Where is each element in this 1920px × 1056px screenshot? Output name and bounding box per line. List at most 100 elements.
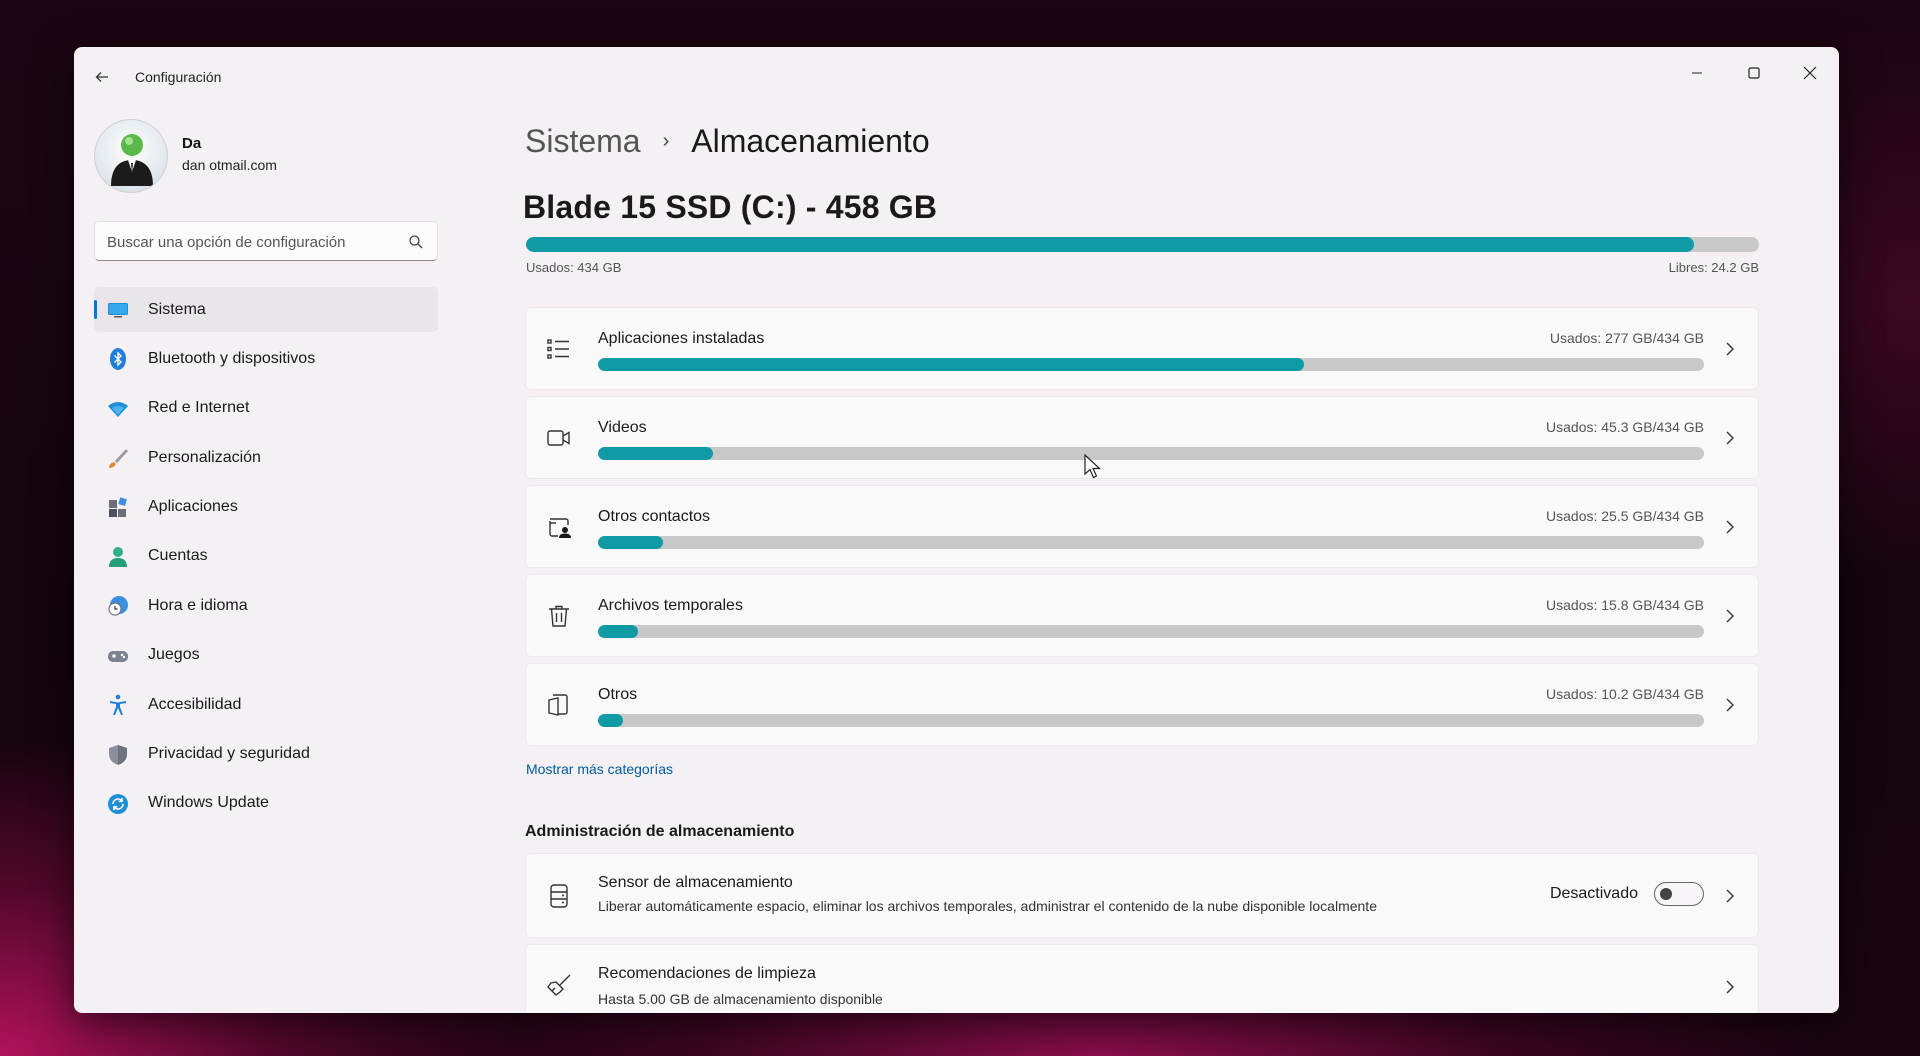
maximize-button[interactable] xyxy=(1731,57,1777,89)
sidebar-item-hora[interactable]: Hora e idioma xyxy=(94,583,438,628)
category-label: Otros contactos xyxy=(598,508,711,525)
avatar xyxy=(94,119,168,193)
clock-globe-icon xyxy=(108,596,128,616)
person-icon xyxy=(109,546,127,567)
category-usage: Usados: 277 GB/434 GB xyxy=(1549,330,1704,346)
mouse-cursor-icon xyxy=(1084,454,1102,479)
sidebar-item-cuentas[interactable]: Cuentas xyxy=(94,534,438,579)
category-usage: Usados: 10.2 GB/434 GB xyxy=(1546,686,1704,702)
broom-icon xyxy=(547,974,571,996)
chevron-right-icon xyxy=(1726,609,1734,623)
user-email: dan otmail.com xyxy=(182,157,277,173)
storage-sense-toggle-wrap: Desactivado xyxy=(1550,882,1704,906)
chevron-right-icon: › xyxy=(662,129,670,152)
sidebar-nav: Sistema Bluetooth y dispositivos Red e I… xyxy=(94,287,438,830)
storage-management-list: Sensor de almacenamiento Liberar automát… xyxy=(525,853,1759,1013)
storage-sense-description: Liberar automáticamente espacio, elimina… xyxy=(598,898,1377,914)
category-label: Otros xyxy=(598,686,638,703)
chevron-right-icon xyxy=(1726,698,1734,712)
user-profile[interactable]: Da dan otmail.com xyxy=(94,119,434,195)
category-others[interactable]: Otros Usados: 10.2 GB/434 GB xyxy=(525,663,1759,746)
chevron-right-icon xyxy=(1726,889,1734,903)
video-camera-icon xyxy=(547,430,570,446)
sidebar-item-label: Juegos xyxy=(148,646,200,664)
toggle-state-label: Desactivado xyxy=(1549,885,1638,902)
drive-usage-bar xyxy=(526,237,1759,252)
user-name: Da xyxy=(182,135,202,152)
category-usage-bar xyxy=(598,714,1704,727)
sidebar-item-label: Privacidad y seguridad xyxy=(148,745,310,763)
drive-free-label: Libres: 24.2 GB xyxy=(1668,260,1759,275)
wifi-icon xyxy=(108,401,128,417)
chevron-right-icon xyxy=(1726,980,1734,994)
brush-icon xyxy=(109,449,128,469)
category-usage-fill xyxy=(598,358,1304,371)
user-avatar-icon xyxy=(111,134,153,186)
sidebar-item-aplicaciones[interactable]: Aplicaciones xyxy=(94,485,438,530)
category-usage-fill xyxy=(598,447,714,460)
chevron-right-icon xyxy=(1726,431,1734,445)
category-usage: Usados: 45.3 GB/434 GB xyxy=(1546,419,1704,435)
page-title: Almacenamiento xyxy=(691,122,930,159)
sidebar-item-label: Windows Update xyxy=(148,794,269,812)
sidebar-item-red[interactable]: Red e Internet xyxy=(94,386,438,431)
gamepad-icon xyxy=(108,650,128,662)
category-usage-fill xyxy=(598,714,624,727)
drive-usage-fill xyxy=(526,237,1694,252)
category-other-contacts[interactable]: Otros contactos Usados: 25.5 GB/434 GB xyxy=(525,485,1759,568)
cleanup-recommendations-card[interactable]: Recomendaciones de limpieza Hasta 5.00 G… xyxy=(525,944,1759,1013)
shield-icon xyxy=(109,744,127,765)
sidebar-item-accesibilidad[interactable]: Accesibilidad xyxy=(94,682,438,727)
category-temporary-files[interactable]: Archivos temporales Usados: 15.8 GB/434 … xyxy=(525,574,1759,657)
category-usage-bar xyxy=(598,447,1704,460)
storage-sense-toggle[interactable] xyxy=(1654,882,1704,906)
back-button[interactable] xyxy=(90,65,114,89)
category-installed-apps[interactable]: Aplicaciones instaladas Usados: 277 GB/4… xyxy=(525,307,1759,390)
category-label: Aplicaciones instaladas xyxy=(598,330,765,347)
sidebar-item-sistema[interactable]: Sistema xyxy=(94,287,438,332)
contact-card-icon xyxy=(549,518,571,538)
category-usage-bar xyxy=(598,358,1704,371)
sidebar-item-bluetooth[interactable]: Bluetooth y dispositivos xyxy=(94,336,438,381)
storage-sense-title: Sensor de almacenamiento xyxy=(598,874,793,891)
arrow-left-icon xyxy=(95,72,108,82)
accessibility-icon xyxy=(110,694,126,716)
category-usage-bar xyxy=(598,536,1704,549)
settings-window: Configuración Da dan otmail.com Buscar u… xyxy=(74,47,1839,1013)
sidebar-item-label: Bluetooth y dispositivos xyxy=(148,349,316,367)
category-usage-fill xyxy=(598,625,638,638)
chevron-right-icon xyxy=(1726,342,1734,356)
sidebar-item-windows-update[interactable]: Windows Update xyxy=(94,781,438,826)
breadcrumb-parent[interactable]: Sistema xyxy=(525,123,641,160)
cleanup-title: Recomendaciones de limpieza xyxy=(598,965,816,982)
chevron-right-icon xyxy=(1726,520,1734,534)
sync-icon xyxy=(108,793,128,814)
apps-icon xyxy=(109,496,127,517)
sidebar-item-label: Hora e idioma xyxy=(148,596,248,614)
sidebar-item-personalizacion[interactable]: Personalización xyxy=(94,435,438,480)
list-icon xyxy=(547,339,569,359)
bluetooth-icon xyxy=(110,348,126,371)
storage-sense-card[interactable]: Sensor de almacenamiento Liberar automát… xyxy=(525,853,1759,938)
minimize-icon xyxy=(1692,72,1702,74)
sidebar-item-label: Red e Internet xyxy=(148,399,250,417)
show-more-categories-link[interactable]: Mostrar más categorías xyxy=(526,761,673,777)
close-icon xyxy=(1803,66,1817,80)
close-button[interactable] xyxy=(1787,57,1833,89)
sidebar-item-label: Sistema xyxy=(148,300,206,318)
search-input[interactable] xyxy=(107,230,397,254)
document-icon xyxy=(548,694,568,716)
maximize-icon xyxy=(1748,67,1760,79)
sidebar-item-label: Cuentas xyxy=(148,547,208,565)
sidebar-item-juegos[interactable]: Juegos xyxy=(94,633,438,678)
search-icon xyxy=(409,235,423,249)
toggle-knob xyxy=(1660,888,1672,900)
cleanup-description: Hasta 5.00 GB de almacenamiento disponib… xyxy=(598,991,883,1007)
minimize-button[interactable] xyxy=(1674,57,1720,89)
sidebar-item-privacidad[interactable]: Privacidad y seguridad xyxy=(94,732,438,777)
sidebar-item-label: Aplicaciones xyxy=(148,498,238,516)
category-label: Archivos temporales xyxy=(598,597,743,614)
category-videos[interactable]: Videos Usados: 45.3 GB/434 GB xyxy=(525,396,1759,479)
drive-title: Blade 15 SSD (C:) - 458 GB xyxy=(523,189,938,225)
search-box[interactable] xyxy=(94,221,438,261)
